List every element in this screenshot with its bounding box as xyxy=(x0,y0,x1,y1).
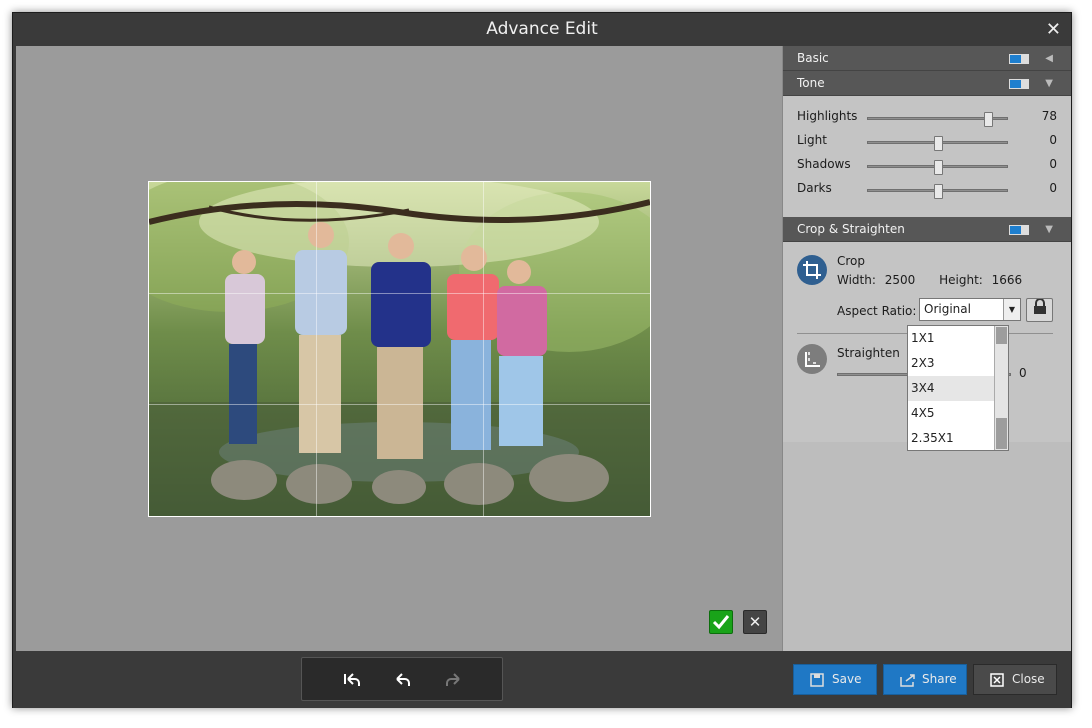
crop-icon xyxy=(797,255,827,285)
section-tone-title: Tone xyxy=(797,76,825,90)
straighten-icon xyxy=(797,344,827,374)
width-label: Width: xyxy=(837,273,876,287)
aspect-ratio-value: Original xyxy=(924,302,971,316)
slider-track[interactable] xyxy=(867,112,1008,127)
aspect-ratio-dropdown[interactable]: 1X1 2X3 3X4 4X5 2.35X1 xyxy=(907,325,1009,451)
crop-label: Crop xyxy=(837,254,866,268)
undo-icon xyxy=(396,673,410,686)
close-label: Close xyxy=(1012,672,1045,686)
slider-label: Light xyxy=(797,133,827,147)
title-bar: Advance Edit ✕ xyxy=(13,13,1071,46)
slider-track[interactable] xyxy=(867,160,1008,175)
window-title: Advance Edit xyxy=(486,19,598,39)
share-label: Share xyxy=(922,672,957,686)
width-value: 2500 xyxy=(884,273,916,287)
lock-aspect-button[interactable] xyxy=(1026,298,1053,322)
expand-arrow-icon[interactable]: ▼ xyxy=(1045,71,1053,96)
slider-row: Shadows 0 xyxy=(797,157,1057,175)
height-value: 1666 xyxy=(991,273,1023,287)
chevron-down-icon[interactable]: ▼ xyxy=(1003,299,1020,320)
section-basic-toggle[interactable] xyxy=(1009,54,1029,64)
section-crop-toggle[interactable] xyxy=(1009,225,1029,235)
scrollbar-thumb[interactable] xyxy=(996,418,1007,449)
slider-label: Shadows xyxy=(797,157,851,171)
aspect-option[interactable]: 1X1 xyxy=(908,326,994,351)
redo-icon xyxy=(446,673,460,686)
section-crop-title: Crop & Straighten xyxy=(797,222,905,236)
save-icon xyxy=(810,665,826,698)
slider-thumb[interactable] xyxy=(984,112,994,127)
cancel-button[interactable]: ✕ xyxy=(743,610,767,634)
dropdown-scrollbar[interactable] xyxy=(994,326,1008,450)
redo-button[interactable] xyxy=(441,668,465,692)
history-controls xyxy=(301,657,503,701)
tone-section: Highlights 78 Light 0 Shadows 0 Darks 0 xyxy=(783,96,1071,217)
save-label: Save xyxy=(832,672,862,686)
slider-row: Light 0 xyxy=(797,133,1057,151)
undo-all-button[interactable] xyxy=(340,668,364,692)
group-photo xyxy=(149,182,650,516)
lock-icon xyxy=(1033,298,1046,314)
bottom-toolbar: Save Share Close xyxy=(13,651,1071,708)
close-icon: ✕ xyxy=(748,613,762,631)
section-tone-toggle[interactable] xyxy=(1009,79,1029,89)
save-button[interactable]: Save xyxy=(793,664,877,695)
slider-thumb[interactable] xyxy=(933,184,943,199)
aspect-option[interactable]: 2.35X1 xyxy=(908,426,994,451)
straighten-label: Straighten xyxy=(837,346,900,360)
slider-value: 78 xyxy=(1041,109,1057,123)
slider-thumb[interactable] xyxy=(933,160,943,175)
aspect-option[interactable]: 2X3 xyxy=(908,351,994,376)
undo-all-icon xyxy=(344,673,360,686)
check-icon xyxy=(712,615,730,630)
slider-row: Darks 0 xyxy=(797,181,1057,199)
slider-row: Highlights 78 xyxy=(797,109,1057,127)
undo-button[interactable] xyxy=(391,668,415,692)
height-label: Height: xyxy=(939,273,983,287)
slider-label: Darks xyxy=(797,181,832,195)
straighten-value: 0 xyxy=(1019,366,1027,380)
aspect-option[interactable]: 4X5 xyxy=(908,401,994,426)
slider-label: Highlights xyxy=(797,109,858,123)
slider-thumb[interactable] xyxy=(933,136,943,151)
slider-value: 0 xyxy=(1049,133,1057,147)
share-button[interactable]: Share xyxy=(883,664,967,695)
collapse-arrow-icon[interactable]: ◀ xyxy=(1045,46,1053,71)
slider-value: 0 xyxy=(1049,181,1057,195)
section-tone-header[interactable]: Tone ▼ xyxy=(783,71,1071,96)
aspect-ratio-select[interactable]: Original ▼ xyxy=(919,298,1021,321)
expand-arrow-icon[interactable]: ▼ xyxy=(1045,217,1053,242)
aspect-option[interactable]: 3X4 xyxy=(908,376,994,401)
slider-value: 0 xyxy=(1049,157,1057,171)
share-icon xyxy=(900,665,916,698)
close-button[interactable]: Close xyxy=(973,664,1057,695)
scrollbar-thumb[interactable] xyxy=(996,327,1007,344)
crop-dimensions: Width: 2500 Height: 1666 xyxy=(837,273,1022,287)
section-basic-title: Basic xyxy=(797,51,829,65)
slider-track[interactable] xyxy=(867,184,1008,199)
section-crop-header[interactable]: Crop & Straighten ▼ xyxy=(783,217,1071,242)
photo-preview[interactable] xyxy=(148,181,651,517)
close-box-icon xyxy=(990,665,1006,698)
window-close-button[interactable]: ✕ xyxy=(1046,13,1061,46)
section-basic-header[interactable]: Basic ◀ xyxy=(783,46,1071,71)
image-canvas: ✕ xyxy=(16,46,782,651)
slider-track[interactable] xyxy=(867,136,1008,151)
confirm-button[interactable] xyxy=(709,610,733,634)
aspect-ratio-label: Aspect Ratio: xyxy=(837,304,917,318)
